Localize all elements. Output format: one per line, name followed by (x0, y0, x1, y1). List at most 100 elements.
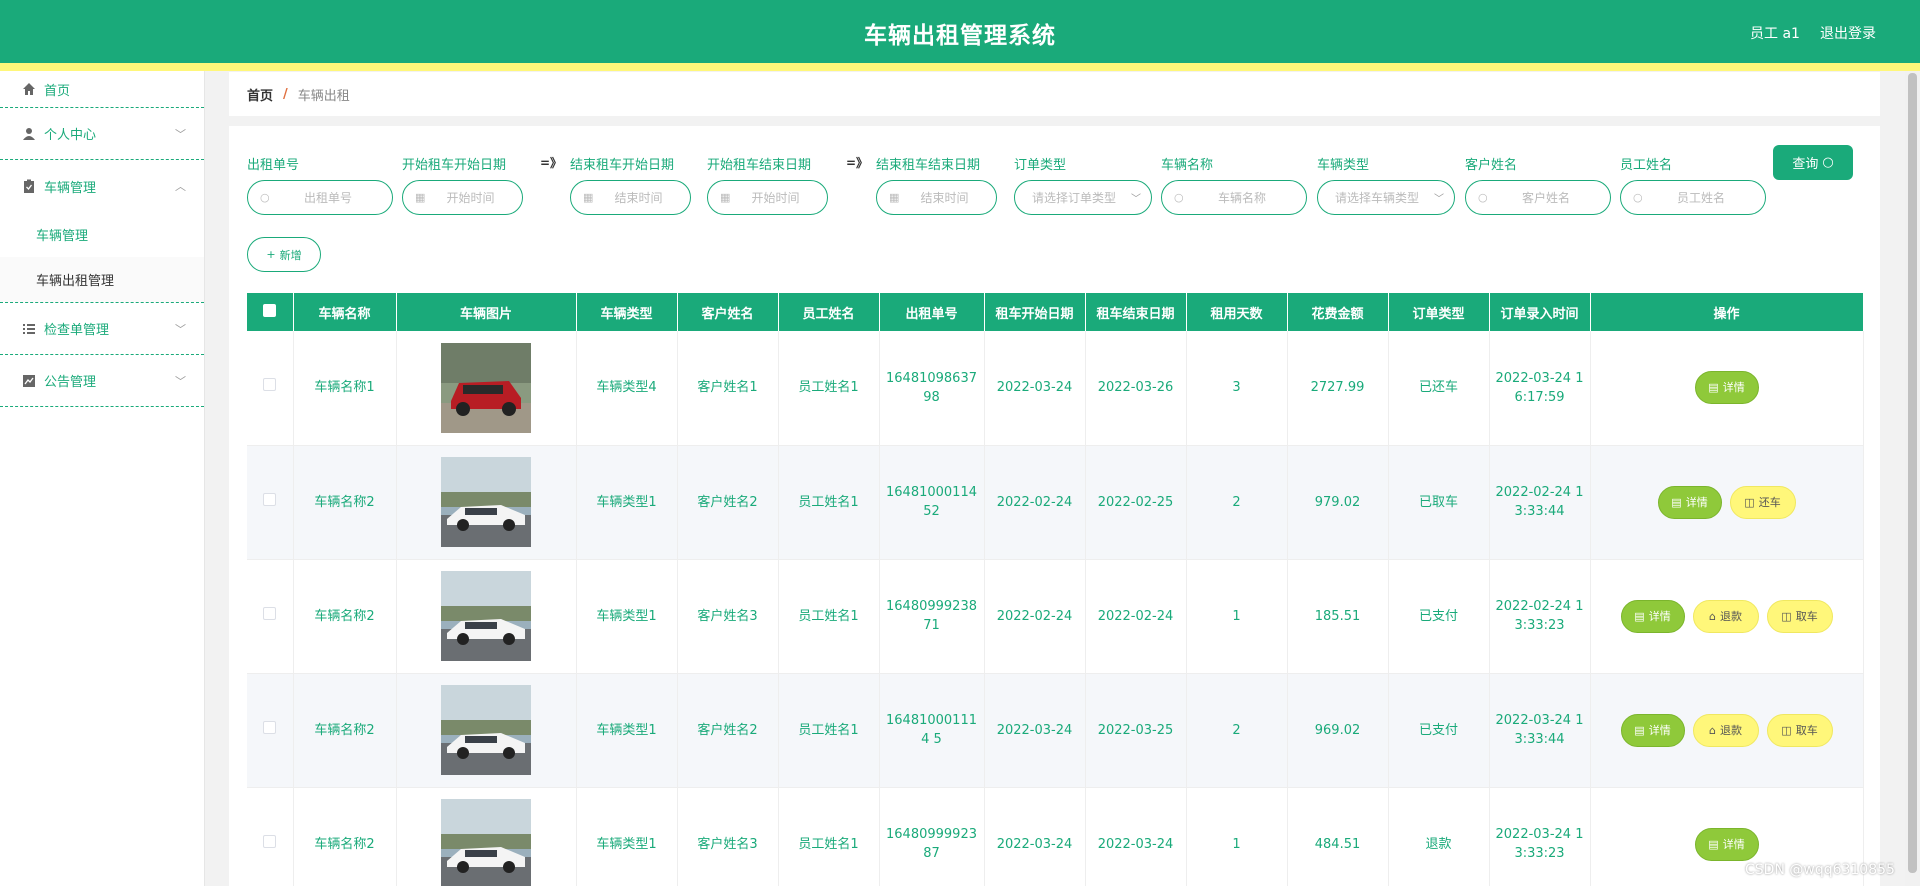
filter-label-order-no: 出租单号 (247, 158, 300, 173)
row-checkbox[interactable] (263, 834, 277, 848)
calendar-icon: ▦ (415, 191, 426, 204)
filter-label-end-to: 结束租车结束日期 (876, 158, 981, 173)
query-button-label: 查询 (1792, 157, 1819, 172)
rental-table: 车辆名称 车辆图片 车辆类型 客户姓名 员工姓名 出租单号 租车开始日期 租车结… (247, 293, 1864, 886)
refund-button[interactable]: ⌂ 退款 (1692, 599, 1759, 633)
select-all-checkbox[interactable] (263, 303, 277, 317)
car-image[interactable] (441, 457, 531, 547)
end-to-date-input[interactable]: ▦ 结束时间 (876, 180, 997, 215)
customer-input[interactable]: ○ 客户姓名 (1465, 180, 1611, 215)
detail-button[interactable]: ▤ 详情 (1620, 599, 1685, 633)
input-placeholder: 客户姓名 (1521, 191, 1570, 205)
col-header: 花费金额 (1287, 293, 1389, 331)
action-label: 取车 (1795, 609, 1818, 623)
start-to-date-input[interactable]: ▦ 结束时间 (570, 180, 691, 215)
sidebar-item-vehicles[interactable]: 车辆管理 ︿ (0, 160, 204, 212)
query-button[interactable]: 查询 ○ (1773, 145, 1853, 180)
cell-car-name: 车辆名称2 (293, 673, 397, 788)
sidebar-group-vehicles: 车辆管理 ︿ 车辆管理 车辆出租管理 (0, 160, 204, 303)
car-type-select[interactable]: 请选择车辆类型 ﹀ (1317, 180, 1455, 215)
row-select-cell (247, 673, 294, 788)
detail-button[interactable]: ▤ 详情 (1694, 827, 1759, 861)
order-no-input[interactable]: ○ 出租单号 (247, 180, 393, 215)
cell-end: 2022-02-25 (1085, 445, 1187, 560)
chevron-down-icon: ﹀ (175, 322, 186, 336)
pickup-car-button[interactable]: ◫ 取车 (1766, 713, 1833, 747)
scrollbar-thumb[interactable] (1908, 73, 1917, 873)
sidebar-item-home[interactable]: 首页 (0, 71, 204, 108)
detail-button[interactable]: ▤ 详情 (1657, 485, 1722, 519)
cell-order-no: 1648109863798 (879, 331, 985, 446)
pickup-car-button[interactable]: ◫ 取车 (1766, 599, 1833, 633)
refund-button[interactable]: ⌂ 退款 (1692, 713, 1759, 747)
row-checkbox[interactable] (263, 606, 277, 620)
cell-created: 2022-03-24 13:33:44 (1489, 673, 1591, 788)
input-placeholder: 结束时间 (614, 191, 663, 205)
add-button[interactable]: + 新增 (247, 237, 321, 272)
sidebar-item-profile[interactable]: 个人中心 ﹀ (0, 108, 204, 160)
sidebar-subitem-vehicle-management[interactable]: 车辆管理 (0, 212, 204, 257)
cell-car-name: 车辆名称1 (293, 331, 397, 446)
cell-car-type: 车辆类型1 (576, 445, 678, 560)
row-checkbox[interactable] (263, 378, 277, 392)
input-placeholder: 开始时间 (751, 191, 800, 205)
filter-label-start-to: 结束租车开始日期 (570, 158, 675, 173)
col-header: 订单录入时间 (1489, 293, 1591, 331)
end-from-date-input[interactable]: ▦ 开始时间 (707, 180, 828, 215)
return-car-button[interactable]: ◫ 还车 (1729, 485, 1796, 519)
top-header: 车辆出租管理系统 员工 a1 退出登录 (0, 0, 1920, 63)
row-select-cell (247, 331, 294, 446)
submenu: 车辆管理 车辆出租管理 (0, 212, 204, 302)
cell-amount: 185.51 (1287, 559, 1389, 674)
sidebar-item-inspections[interactable]: 检查单管理 ﹀ (0, 303, 204, 355)
sidebar-item-label: 公告管理 (44, 375, 97, 390)
cell-status: 已支付 (1388, 673, 1490, 788)
cell-staff: 员工姓名1 (778, 673, 880, 788)
car-image[interactable] (441, 571, 531, 661)
detail-button[interactable]: ▤ 详情 (1694, 371, 1759, 405)
breadcrumb-home[interactable]: 首页 (247, 85, 273, 104)
order-type-select[interactable]: 请选择订单类型 ﹀ (1014, 180, 1152, 215)
filter-label-order-type: 订单类型 (1014, 158, 1067, 173)
home-icon (23, 83, 35, 95)
sidebar-item-announcements[interactable]: 公告管理 ﹀ (0, 355, 204, 407)
car-name-input[interactable]: ○ 车辆名称 (1161, 180, 1307, 215)
detail-button[interactable]: ▤ 详情 (1620, 713, 1685, 747)
cell-start: 2022-02-24 (984, 445, 1086, 560)
row-checkbox[interactable] (263, 720, 277, 734)
action-label: 还车 (1758, 495, 1781, 509)
cell-car-type: 车辆类型1 (576, 559, 678, 674)
page-scrollbar[interactable] (1905, 71, 1920, 886)
action-label: 详情 (1648, 723, 1671, 737)
filter-label-car-name: 车辆名称 (1161, 158, 1214, 173)
cell-staff: 员工姓名1 (778, 331, 880, 446)
car-image[interactable] (441, 685, 531, 775)
pickup-car-icon: ◫ (1781, 609, 1792, 623)
row-select-cell (247, 559, 294, 674)
detail-icon: ▤ (1671, 495, 1682, 509)
chevron-down-icon: ﹀ (1131, 194, 1141, 205)
col-header: 租车结束日期 (1085, 293, 1187, 331)
cell-status: 已还车 (1388, 331, 1490, 446)
car-image[interactable] (441, 342, 531, 433)
cell-end: 2022-03-25 (1085, 673, 1187, 788)
start-from-date-input[interactable]: ▦ 开始时间 (402, 180, 523, 215)
row-checkbox[interactable] (263, 492, 277, 506)
action-label: 详情 (1722, 381, 1745, 395)
row-select-cell (247, 787, 294, 886)
car-image-cell (396, 559, 577, 674)
car-image[interactable] (441, 799, 531, 886)
logout-link[interactable]: 退出登录 (1820, 23, 1876, 43)
sidebar-item-label: 个人中心 (44, 128, 97, 143)
cell-start: 2022-03-24 (984, 787, 1086, 886)
cell-customer: 客户姓名2 (677, 445, 779, 560)
cell-amount: 969.02 (1287, 673, 1389, 788)
breadcrumb-separator: / (283, 86, 288, 102)
return-car-icon: ◫ (1744, 495, 1755, 509)
cell-customer: 客户姓名3 (677, 559, 779, 674)
sidebar: 首页 个人中心 ﹀ 车辆管理 ︿ 车辆管理 车辆出租管理 检查单管理 ﹀ 公告管… (0, 71, 205, 886)
cell-days: 1 (1186, 787, 1288, 886)
staff-input[interactable]: ○ 员工姓名 (1620, 180, 1766, 215)
sidebar-subitem-rental-management[interactable]: 车辆出租管理 (0, 257, 204, 302)
filter-label-start-from: 开始租车开始日期 (402, 158, 507, 173)
